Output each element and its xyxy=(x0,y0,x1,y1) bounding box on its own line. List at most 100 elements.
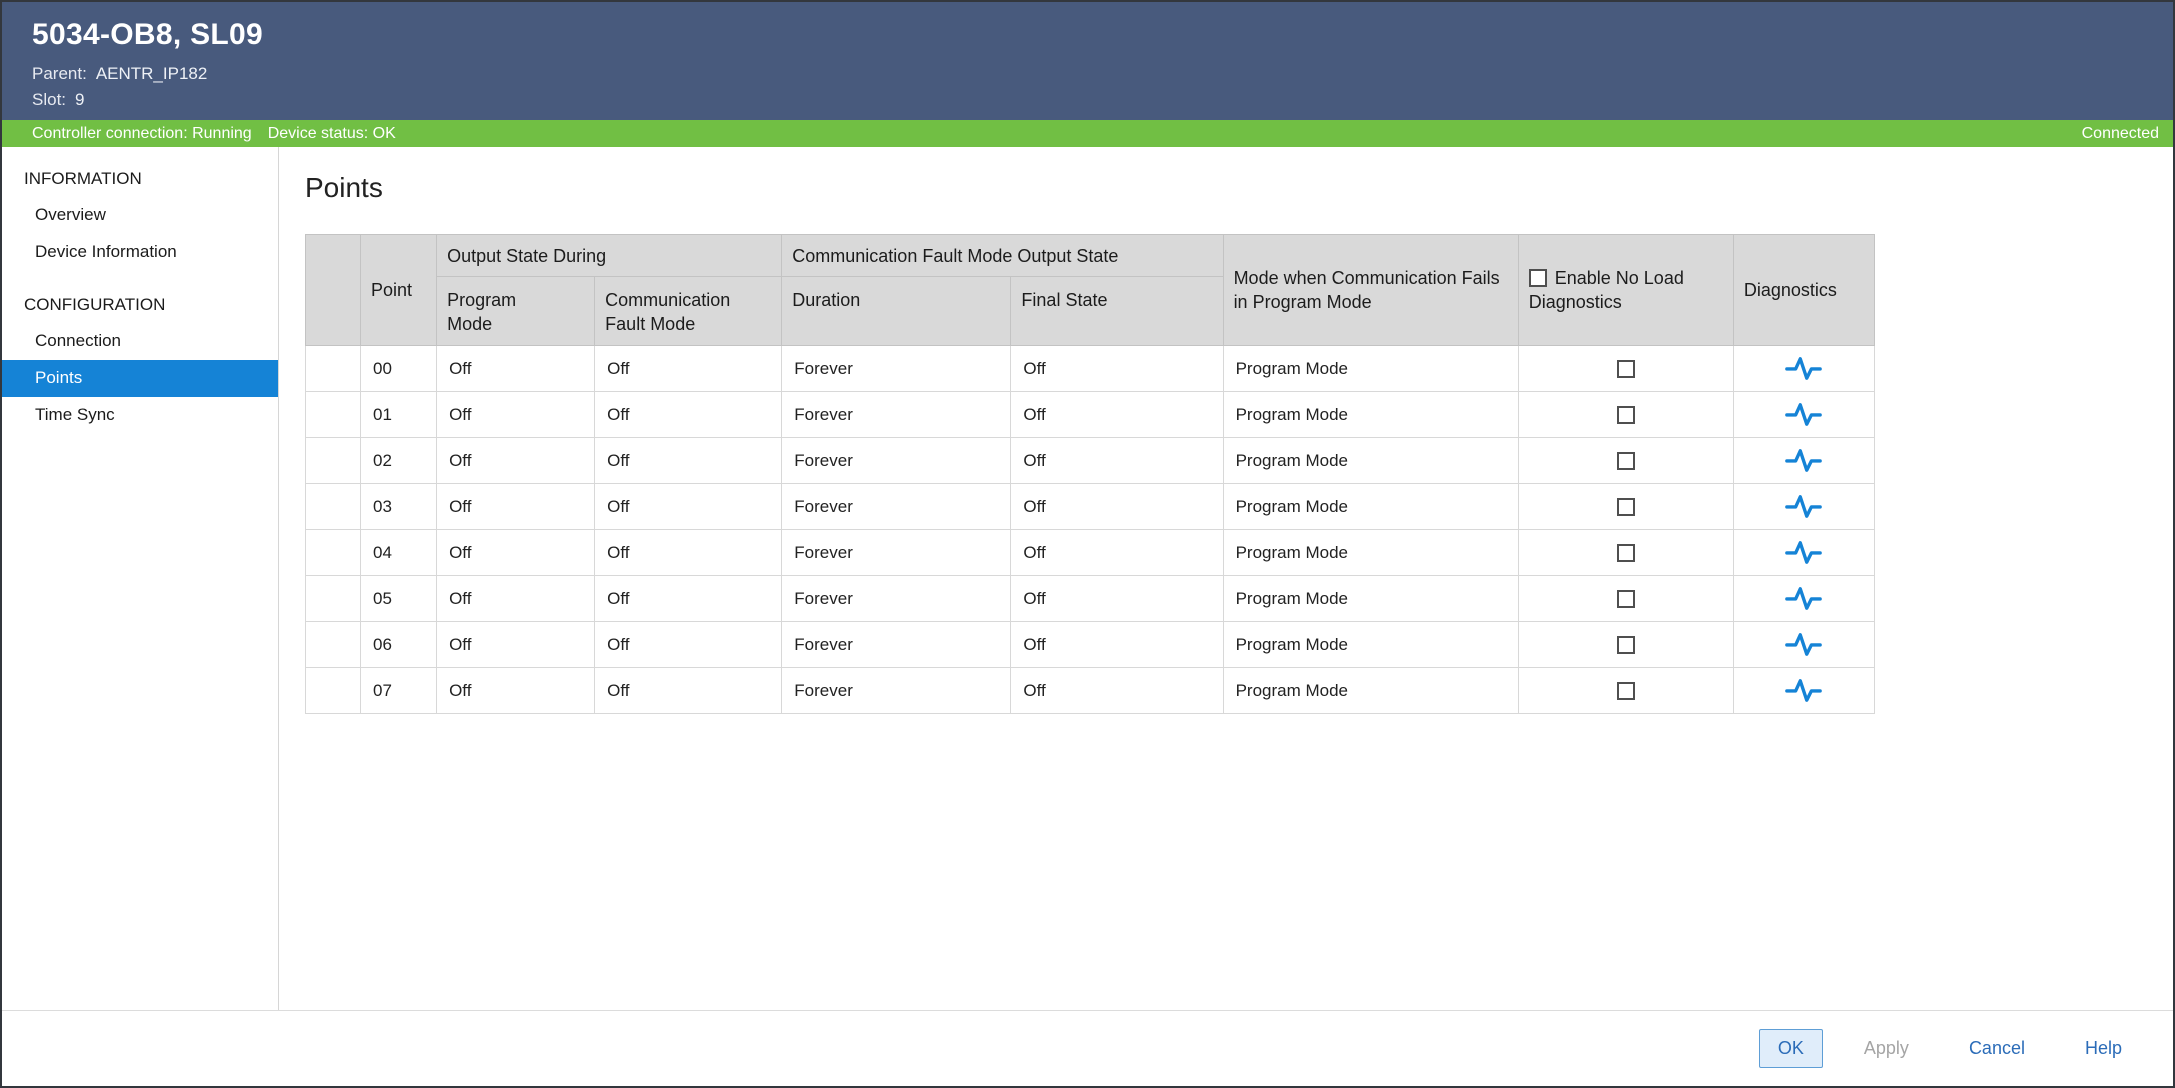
cell-final-state[interactable]: Off xyxy=(1011,576,1223,622)
row-selector[interactable] xyxy=(306,392,361,438)
cell-diagnostics xyxy=(1733,438,1874,484)
enable-no-load-checkbox[interactable] xyxy=(1617,498,1635,516)
main-panel: Points Point Output State During Communi… xyxy=(279,147,2173,1010)
row-selector[interactable] xyxy=(306,576,361,622)
cell-mode-when-comm-fails[interactable]: Program Mode xyxy=(1223,438,1518,484)
cell-communication-fault-mode[interactable]: Off xyxy=(595,346,782,392)
enable-no-load-all-checkbox[interactable] xyxy=(1529,269,1547,287)
diagnostics-icon[interactable] xyxy=(1785,448,1822,473)
cell-mode-when-comm-fails[interactable]: Program Mode xyxy=(1223,346,1518,392)
cell-mode-when-comm-fails[interactable]: Program Mode xyxy=(1223,622,1518,668)
row-selector[interactable] xyxy=(306,668,361,714)
cell-program-mode[interactable]: Off xyxy=(437,576,595,622)
device-title: 5034-OB8, SL09 xyxy=(32,18,2173,52)
cell-communication-fault-mode[interactable]: Off xyxy=(595,392,782,438)
row-selector[interactable] xyxy=(306,484,361,530)
group-header-comm-fault-mode-output-state: Communication Fault Mode Output State xyxy=(782,235,1223,277)
cell-mode-when-comm-fails[interactable]: Program Mode xyxy=(1223,392,1518,438)
cell-diagnostics xyxy=(1733,576,1874,622)
cell-point: 01 xyxy=(361,392,437,438)
cell-enable-no-load xyxy=(1518,530,1733,576)
cell-duration[interactable]: Forever xyxy=(782,668,1011,714)
sidebar-item-time-sync[interactable]: Time Sync xyxy=(2,397,278,434)
enable-no-load-checkbox[interactable] xyxy=(1617,452,1635,470)
cell-final-state[interactable]: Off xyxy=(1011,622,1223,668)
cell-final-state[interactable]: Off xyxy=(1011,530,1223,576)
diagnostics-icon[interactable] xyxy=(1785,632,1822,657)
cell-final-state[interactable]: Off xyxy=(1011,392,1223,438)
cell-duration[interactable]: Forever xyxy=(782,530,1011,576)
group-header-row: Point Output State During Communication … xyxy=(306,235,1875,277)
cell-point: 02 xyxy=(361,438,437,484)
cell-mode-when-comm-fails[interactable]: Program Mode xyxy=(1223,576,1518,622)
apply-button[interactable]: Apply xyxy=(1845,1029,1928,1068)
enable-no-load-checkbox[interactable] xyxy=(1617,406,1635,424)
cell-communication-fault-mode[interactable]: Off xyxy=(595,668,782,714)
enable-no-load-checkbox[interactable] xyxy=(1617,636,1635,654)
slot-line: Slot:9 xyxy=(32,87,2173,113)
cancel-button[interactable]: Cancel xyxy=(1950,1029,2044,1068)
parent-value: AENTR_IP182 xyxy=(96,64,208,83)
cell-duration[interactable]: Forever xyxy=(782,484,1011,530)
cell-duration[interactable]: Forever xyxy=(782,622,1011,668)
cell-mode-when-comm-fails[interactable]: Program Mode xyxy=(1223,668,1518,714)
content-area: INFORMATIONOverviewDevice InformationCON… xyxy=(2,147,2173,1010)
cell-duration[interactable]: Forever xyxy=(782,576,1011,622)
diagnostics-icon[interactable] xyxy=(1785,402,1822,427)
help-button[interactable]: Help xyxy=(2066,1029,2141,1068)
points-table-row: 06OffOffForeverOffProgram Mode xyxy=(306,622,1875,668)
sidebar-item-overview[interactable]: Overview xyxy=(2,197,278,234)
cell-program-mode[interactable]: Off xyxy=(437,346,595,392)
enable-no-load-checkbox[interactable] xyxy=(1617,590,1635,608)
cell-point: 03 xyxy=(361,484,437,530)
diagnostics-icon[interactable] xyxy=(1785,494,1822,519)
cell-duration[interactable]: Forever xyxy=(782,392,1011,438)
points-table-header: Point Output State During Communication … xyxy=(306,235,1875,346)
cell-communication-fault-mode[interactable]: Off xyxy=(595,576,782,622)
enable-no-load-checkbox[interactable] xyxy=(1617,360,1635,378)
diagnostics-icon[interactable] xyxy=(1785,586,1822,611)
cell-point: 05 xyxy=(361,576,437,622)
cell-program-mode[interactable]: Off xyxy=(437,668,595,714)
diagnostics-icon[interactable] xyxy=(1785,356,1822,381)
row-selector[interactable] xyxy=(306,438,361,484)
sidebar-item-points[interactable]: Points xyxy=(2,360,278,397)
sidebar-item-device-information[interactable]: Device Information xyxy=(2,234,278,271)
cell-enable-no-load xyxy=(1518,438,1733,484)
row-selector[interactable] xyxy=(306,622,361,668)
cell-point: 07 xyxy=(361,668,437,714)
cell-enable-no-load xyxy=(1518,484,1733,530)
sidebar-item-connection[interactable]: Connection xyxy=(2,323,278,360)
cell-program-mode[interactable]: Off xyxy=(437,392,595,438)
cell-communication-fault-mode[interactable]: Off xyxy=(595,530,782,576)
column-header-diagnostics: Diagnostics xyxy=(1733,235,1874,346)
cell-mode-when-comm-fails[interactable]: Program Mode xyxy=(1223,530,1518,576)
cell-program-mode[interactable]: Off xyxy=(437,622,595,668)
cell-final-state[interactable]: Off xyxy=(1011,484,1223,530)
cell-duration[interactable]: Forever xyxy=(782,438,1011,484)
cell-point: 00 xyxy=(361,346,437,392)
cell-mode-when-comm-fails[interactable]: Program Mode xyxy=(1223,484,1518,530)
cell-duration[interactable]: Forever xyxy=(782,346,1011,392)
cell-program-mode[interactable]: Off xyxy=(437,438,595,484)
slot-label: Slot: xyxy=(32,90,66,109)
cell-final-state[interactable]: Off xyxy=(1011,438,1223,484)
cell-program-mode[interactable]: Off xyxy=(437,484,595,530)
cell-communication-fault-mode[interactable]: Off xyxy=(595,622,782,668)
enable-no-load-checkbox[interactable] xyxy=(1617,544,1635,562)
ok-button[interactable]: OK xyxy=(1759,1029,1823,1068)
points-table: Point Output State During Communication … xyxy=(305,234,1875,714)
diagnostics-icon[interactable] xyxy=(1785,540,1822,565)
diagnostics-icon[interactable] xyxy=(1785,678,1822,703)
cell-final-state[interactable]: Off xyxy=(1011,346,1223,392)
cell-final-state[interactable]: Off xyxy=(1011,668,1223,714)
cell-communication-fault-mode[interactable]: Off xyxy=(595,438,782,484)
column-header-final-state: Final State xyxy=(1011,277,1223,346)
cell-communication-fault-mode[interactable]: Off xyxy=(595,484,782,530)
row-selector-column-header xyxy=(306,235,361,346)
enable-no-load-checkbox[interactable] xyxy=(1617,682,1635,700)
cell-program-mode[interactable]: Off xyxy=(437,530,595,576)
row-selector[interactable] xyxy=(306,346,361,392)
sidebar-heading-configuration: CONFIGURATION xyxy=(2,285,278,323)
row-selector[interactable] xyxy=(306,530,361,576)
